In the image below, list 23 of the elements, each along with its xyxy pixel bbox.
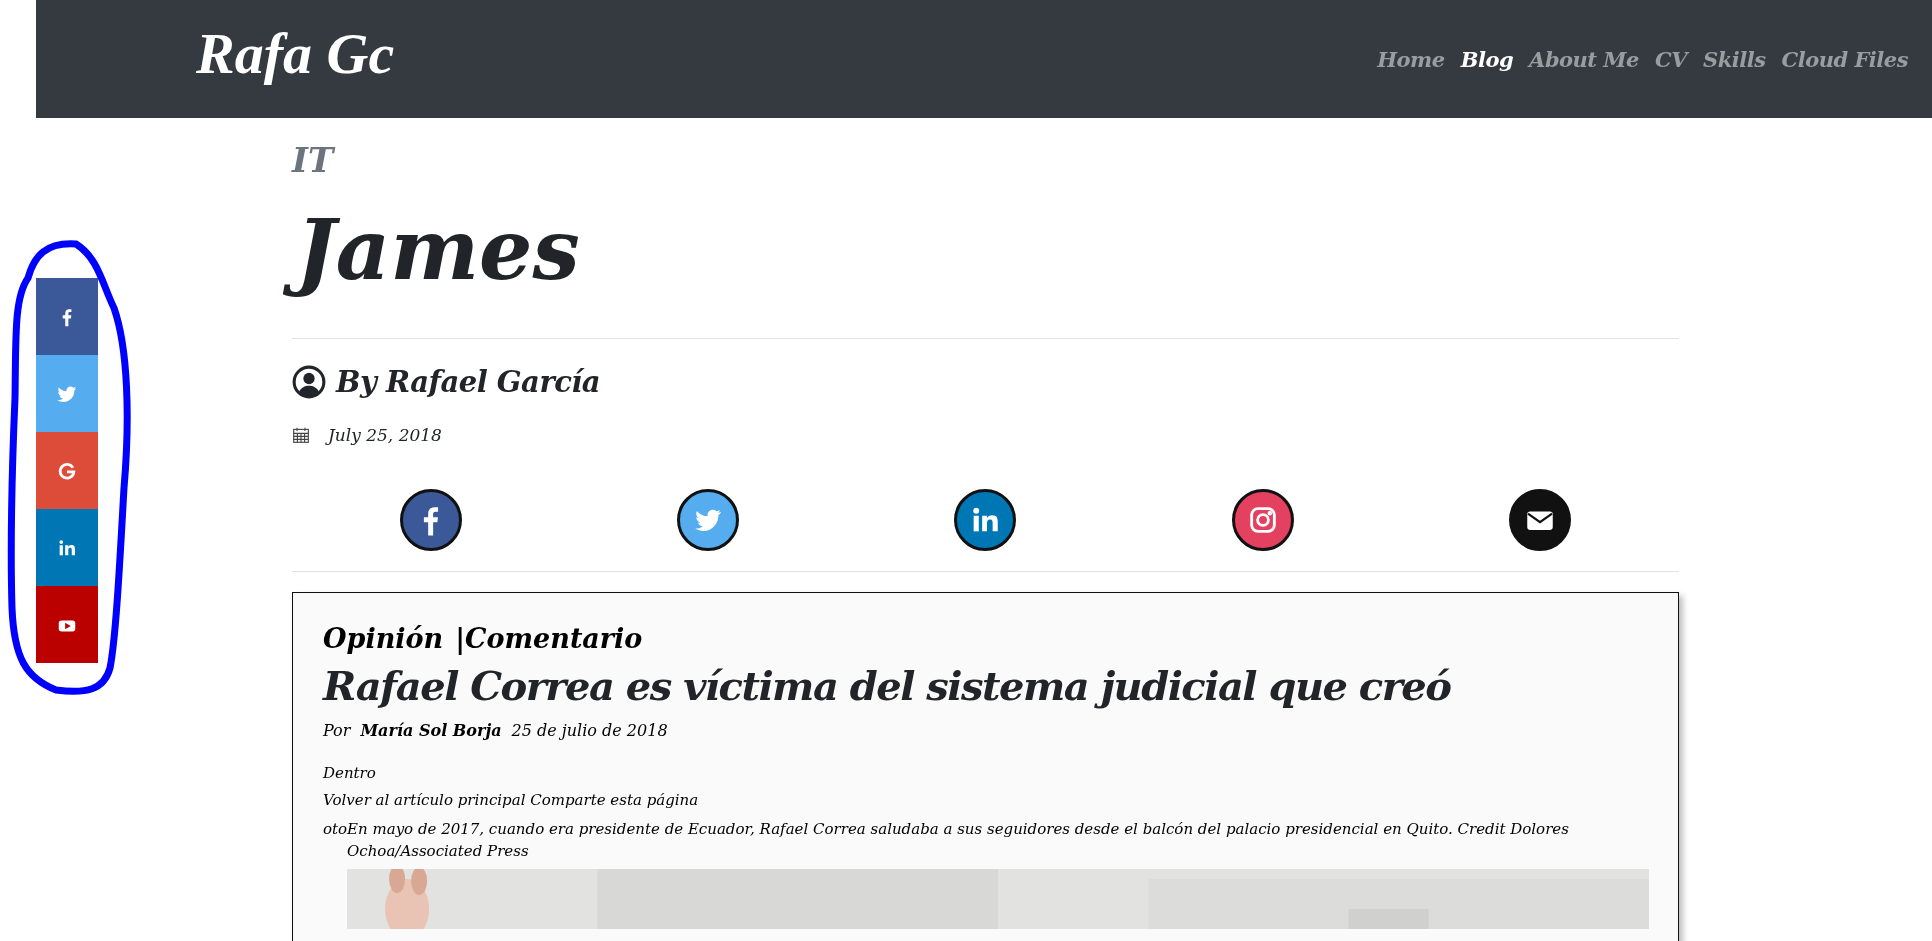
post-category: IT xyxy=(292,140,337,181)
article-subsection: |Comentario xyxy=(455,622,643,654)
article-headline: Rafael Correa es víctima del sistema judicial que creó xyxy=(323,661,1452,709)
nav-link[interactable]: Home xyxy=(1377,46,1445,72)
nav-link[interactable]: About Me xyxy=(1529,46,1639,72)
article-author: María Sol Borja xyxy=(360,720,502,740)
site-logo[interactable]: Rafa Gc xyxy=(196,19,395,87)
share-button[interactable] xyxy=(36,509,98,586)
photo-caption: otoEn mayo de 2017, cuando era presidente de Ecuador, Rafael Correa saludaba a sus seguidores desde el balcón del palacio presidencial en Quito. Credit Dolores Ochoa/Associated Press xyxy=(323,818,1570,863)
calendar-icon xyxy=(292,425,310,444)
article-date: 25 de julio de 2018 xyxy=(511,720,668,740)
post-author: By Rafael García xyxy=(336,364,601,399)
post-title: James xyxy=(272,192,604,316)
article-text: Volver al artículo principal Comparte esta página xyxy=(323,790,700,809)
article-text: Dentro xyxy=(323,763,377,782)
article-section: Opinión xyxy=(323,622,444,654)
nav-link[interactable]: Skills xyxy=(1703,46,1766,72)
nav-link[interactable]: Blog xyxy=(1460,46,1514,72)
nav-link[interactable]: Cloud Files xyxy=(1781,46,1908,72)
byline-prefix: Por xyxy=(323,720,351,740)
user-icon xyxy=(292,364,326,399)
share-button[interactable] xyxy=(36,586,98,663)
share-button[interactable] xyxy=(36,432,98,509)
